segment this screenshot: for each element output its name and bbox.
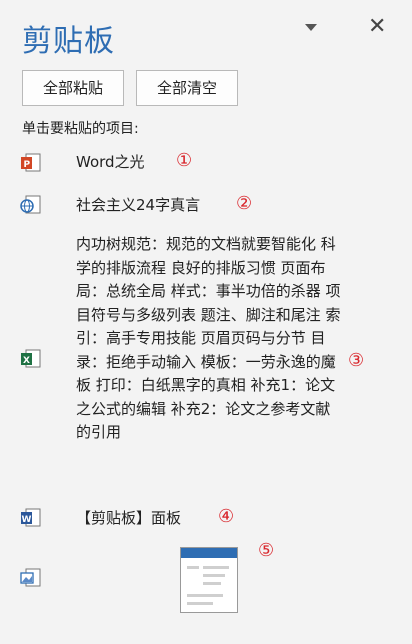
task-pane-options-dropdown-icon[interactable] — [305, 24, 317, 31]
clipboard-image-thumbnail[interactable] — [180, 547, 238, 613]
svg-text:P: P — [24, 160, 31, 170]
instruction-label: 单击要粘贴的项目: — [22, 121, 139, 137]
clear-all-button[interactable]: 全部清空 — [136, 70, 238, 106]
annotation-marker: ③ — [348, 350, 365, 371]
clipboard-item-1[interactable]: P Word之光 ① — [0, 150, 412, 176]
paste-all-button[interactable]: 全部粘贴 — [22, 70, 124, 106]
pane-title: 剪贴板 — [22, 24, 115, 59]
svg-text:W: W — [22, 515, 32, 525]
clipboard-pane: 剪贴板 ✕ 全部粘贴 全部清空 单击要粘贴的项目: P Word之光 ① 社会主… — [0, 0, 412, 644]
image-icon — [20, 568, 41, 587]
powerpoint-icon: P — [21, 153, 41, 172]
clipboard-item-text: 内功树规范：规范的文档就要智能化 科学的排版流程 良好的排版习惯 页面布局：总统… — [76, 235, 341, 441]
annotation-marker: ① — [176, 150, 193, 171]
clipboard-item-3[interactable]: X 内功树规范：规范的文档就要智能化 科学的排版流程 良好的排版习惯 页面布局：… — [0, 233, 412, 495]
clipboard-item-text: Word之光 — [76, 153, 145, 171]
word-icon: W — [21, 508, 41, 527]
excel-icon: X — [21, 349, 41, 368]
clipboard-item-2[interactable]: 社会主义24字真言 ② — [0, 193, 412, 219]
annotation-marker: ④ — [218, 506, 235, 527]
annotation-marker: ② — [236, 193, 253, 214]
clipboard-item-text: 社会主义24字真言 — [76, 196, 201, 214]
clipboard-item-4[interactable]: W 【剪贴板】面板 ④ — [0, 506, 412, 532]
web-icon — [20, 195, 41, 214]
close-icon[interactable]: ✕ — [368, 16, 386, 38]
clipboard-item-text: 【剪贴板】面板 — [76, 509, 182, 527]
annotation-marker: ⑤ — [258, 540, 275, 561]
svg-text:X: X — [23, 356, 30, 366]
